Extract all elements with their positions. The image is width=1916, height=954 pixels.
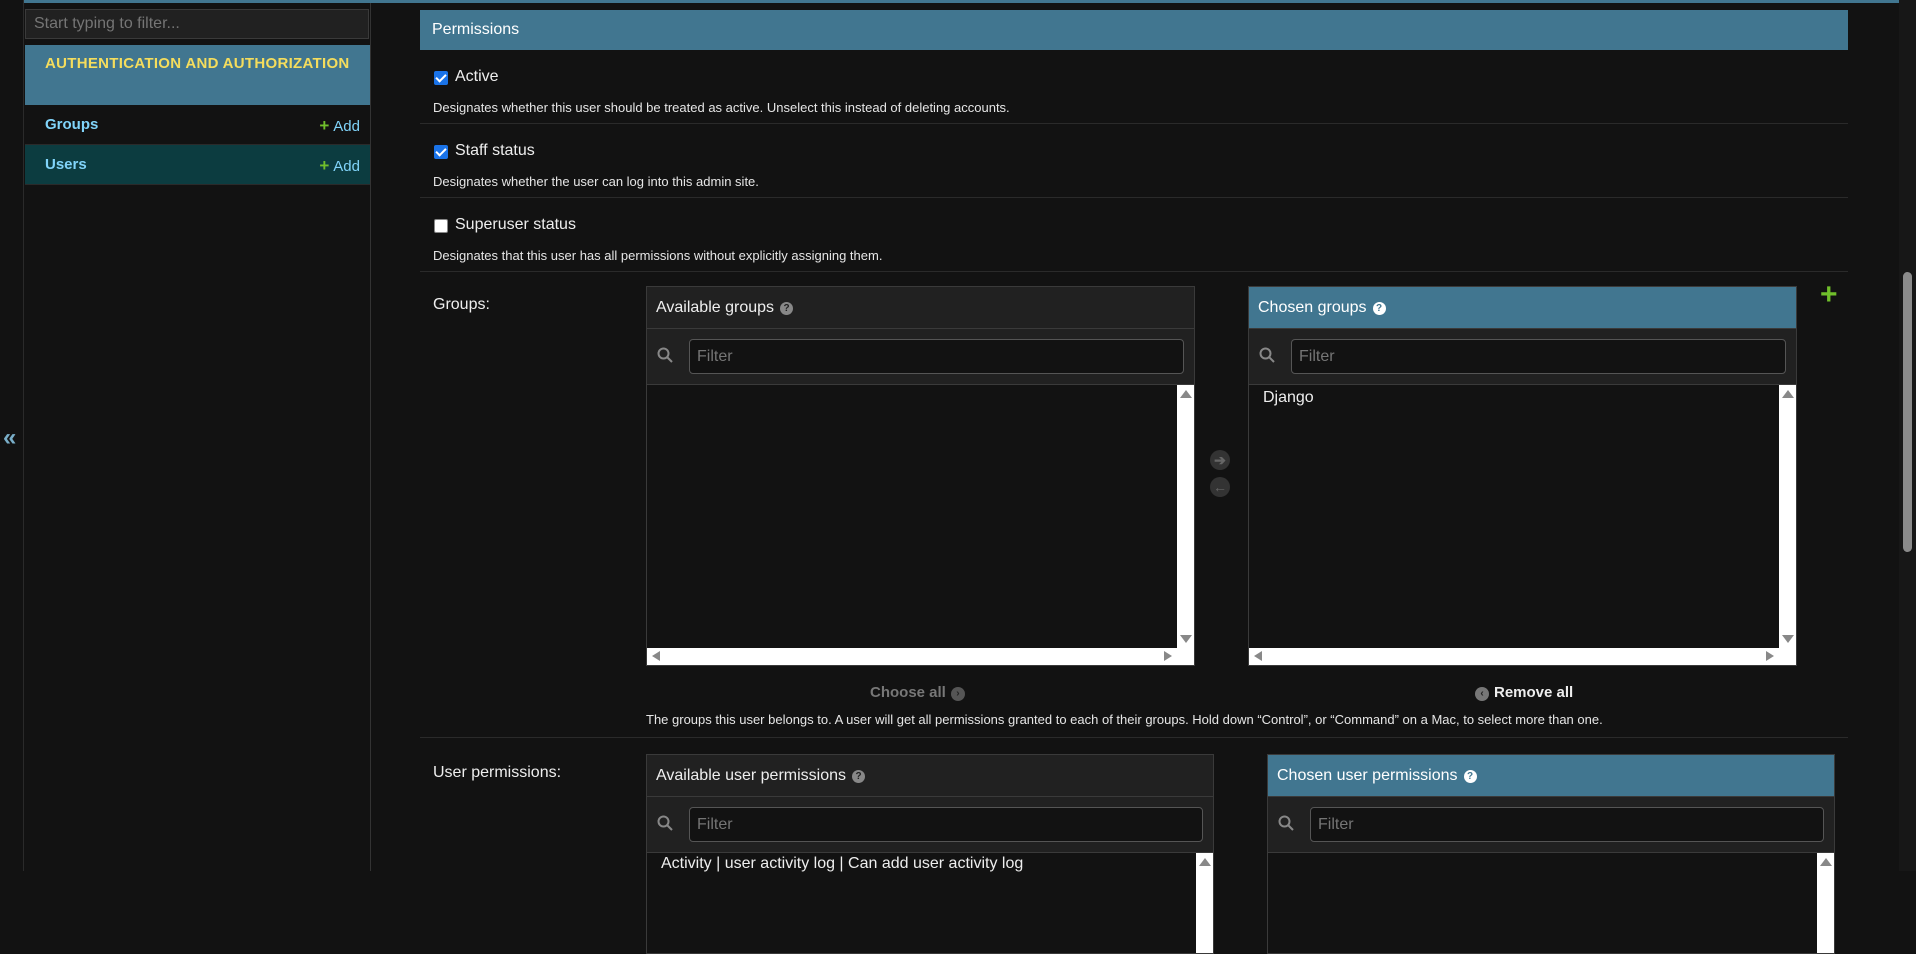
available-groups-box: Available groups? [646, 286, 1195, 666]
search-icon [1278, 815, 1294, 831]
search-icon [1259, 347, 1275, 363]
active-checkbox[interactable] [434, 71, 448, 85]
scroll-down-icon[interactable] [1180, 635, 1192, 643]
arrow-right-circle-icon: › [950, 687, 965, 701]
scroll-right-icon[interactable] [1164, 651, 1172, 661]
chosen-permissions-filter-row [1268, 797, 1834, 853]
horizontal-scrollbar[interactable] [1249, 648, 1796, 665]
chosen-groups-title: Chosen groups? [1249, 287, 1796, 329]
vertical-scrollbar[interactable] [1177, 385, 1194, 648]
superuser-label[interactable]: Superuser status [455, 216, 576, 234]
search-icon [657, 347, 673, 363]
nav-filter-input[interactable] [25, 9, 369, 39]
active-help: Designates whether this user should be t… [433, 100, 1010, 115]
form-row-groups: Groups: Available groups? ➔ ← Chosen gro… [420, 272, 1848, 738]
scroll-up-icon[interactable] [1782, 390, 1794, 398]
available-groups-select[interactable] [647, 385, 1194, 665]
staff-label[interactable]: Staff status [455, 142, 535, 160]
nav-sidebar: AUTHENTICATION AND AUTHORIZATION Groups … [25, 3, 371, 871]
chosen-permissions-title-text: Chosen user permissions [1277, 767, 1458, 784]
help-icon[interactable]: ? [852, 770, 866, 783]
chosen-groups-title-text: Chosen groups [1258, 299, 1367, 316]
available-groups-filter-row [647, 329, 1194, 385]
add-user-label: Add [333, 158, 360, 175]
fieldset-title: Permissions [420, 10, 1848, 50]
available-permissions-filter-input[interactable] [689, 807, 1203, 842]
remove-all-label: Remove all [1494, 684, 1574, 701]
chosen-permissions-title: Chosen user permissions? [1268, 755, 1834, 797]
module-caption[interactable]: AUTHENTICATION AND AUTHORIZATION [25, 45, 370, 105]
scroll-up-icon[interactable] [1180, 390, 1192, 398]
help-icon[interactable]: ? [780, 302, 794, 315]
chosen-groups-box: Chosen groups? Django [1248, 286, 1797, 666]
chosen-groups-select[interactable]: Django [1249, 385, 1796, 665]
sidebar-item-users: Users + Add [25, 145, 370, 185]
form-row-active: Active Designates whether this user shou… [420, 50, 1848, 124]
form-row-staff: Staff status Designates whether the user… [420, 124, 1848, 198]
groups-label: Groups: [433, 296, 490, 313]
active-label[interactable]: Active [455, 68, 499, 86]
form-row-user-permissions: User permissions: Available user permiss… [420, 738, 1848, 954]
collapse-sidebar-icon[interactable]: « [3, 424, 16, 452]
available-permissions-title-text: Available user permissions [656, 767, 847, 784]
sidebar-item-groups: Groups + Add [25, 105, 370, 145]
staff-help: Designates whether the user can log into… [433, 174, 759, 189]
vertical-scrollbar[interactable] [1196, 853, 1213, 953]
page-scrollbar[interactable] [1899, 0, 1916, 871]
staff-checkbox[interactable] [434, 145, 448, 159]
scroll-up-icon[interactable] [1199, 858, 1211, 866]
available-groups-filter-input[interactable] [689, 339, 1184, 374]
horizontal-scrollbar[interactable] [647, 648, 1194, 665]
user-permissions-label: User permissions: [433, 764, 562, 781]
available-permissions-select[interactable]: Activity | user activity log | Can add u… [647, 853, 1213, 953]
available-permissions-box: Available user permissions? Activity | u… [646, 754, 1214, 954]
choose-all-button[interactable]: Choose all › [870, 684, 965, 701]
permission-option[interactable]: Activity | user activity log | Can add u… [661, 855, 1023, 873]
plus-icon: + [319, 116, 330, 135]
scroll-left-icon[interactable] [652, 651, 660, 661]
scroll-left-icon[interactable] [1254, 651, 1262, 661]
chosen-groups-filter-row [1249, 329, 1796, 385]
add-group-link[interactable]: + Add [319, 116, 360, 136]
chosen-groups-filter-input[interactable] [1291, 339, 1786, 374]
help-icon[interactable]: ? [1463, 770, 1477, 783]
arrow-right-circle-icon[interactable]: ➔ [1210, 450, 1230, 470]
add-group-related-icon[interactable]: + [1820, 280, 1838, 310]
add-group-label: Add [333, 118, 360, 135]
scroll-right-icon[interactable] [1766, 651, 1774, 661]
available-groups-title: Available groups? [647, 287, 1194, 329]
add-user-link[interactable]: + Add [319, 156, 360, 176]
help-icon[interactable]: ? [1372, 302, 1386, 315]
users-link[interactable]: Users [45, 156, 87, 173]
choose-all-label: Choose all [870, 684, 946, 701]
page-scrollbar-thumb[interactable] [1903, 272, 1912, 552]
groups-link[interactable]: Groups [45, 116, 98, 133]
available-permissions-title: Available user permissions? [647, 755, 1213, 797]
arrow-left-circle-icon[interactable]: ← [1210, 477, 1230, 497]
superuser-checkbox[interactable] [434, 219, 448, 233]
vertical-scrollbar[interactable] [1817, 853, 1834, 953]
chosen-permissions-box: Chosen user permissions? [1267, 754, 1835, 954]
available-permissions-filter-row [647, 797, 1213, 853]
app-module-auth: AUTHENTICATION AND AUTHORIZATION Groups … [25, 45, 370, 185]
vertical-scrollbar[interactable] [1779, 385, 1796, 648]
chosen-permissions-select[interactable] [1268, 853, 1834, 953]
scroll-up-icon[interactable] [1820, 858, 1832, 866]
available-groups-title-text: Available groups [656, 299, 775, 316]
chosen-permissions-filter-input[interactable] [1310, 807, 1824, 842]
scroll-down-icon[interactable] [1782, 635, 1794, 643]
search-icon [657, 815, 673, 831]
nav-sidebar-toggle[interactable]: « [0, 0, 24, 871]
plus-icon: + [319, 156, 330, 175]
superuser-help: Designates that this user has all permis… [433, 248, 883, 263]
remove-all-button[interactable]: ‹ Remove all [1475, 684, 1573, 701]
form-row-superuser: Superuser status Designates that this us… [420, 198, 1848, 272]
groups-help: The groups this user belongs to. A user … [646, 712, 1603, 727]
chosen-group-option[interactable]: Django [1263, 389, 1314, 407]
arrow-left-circle-icon: ‹ [1475, 687, 1489, 701]
